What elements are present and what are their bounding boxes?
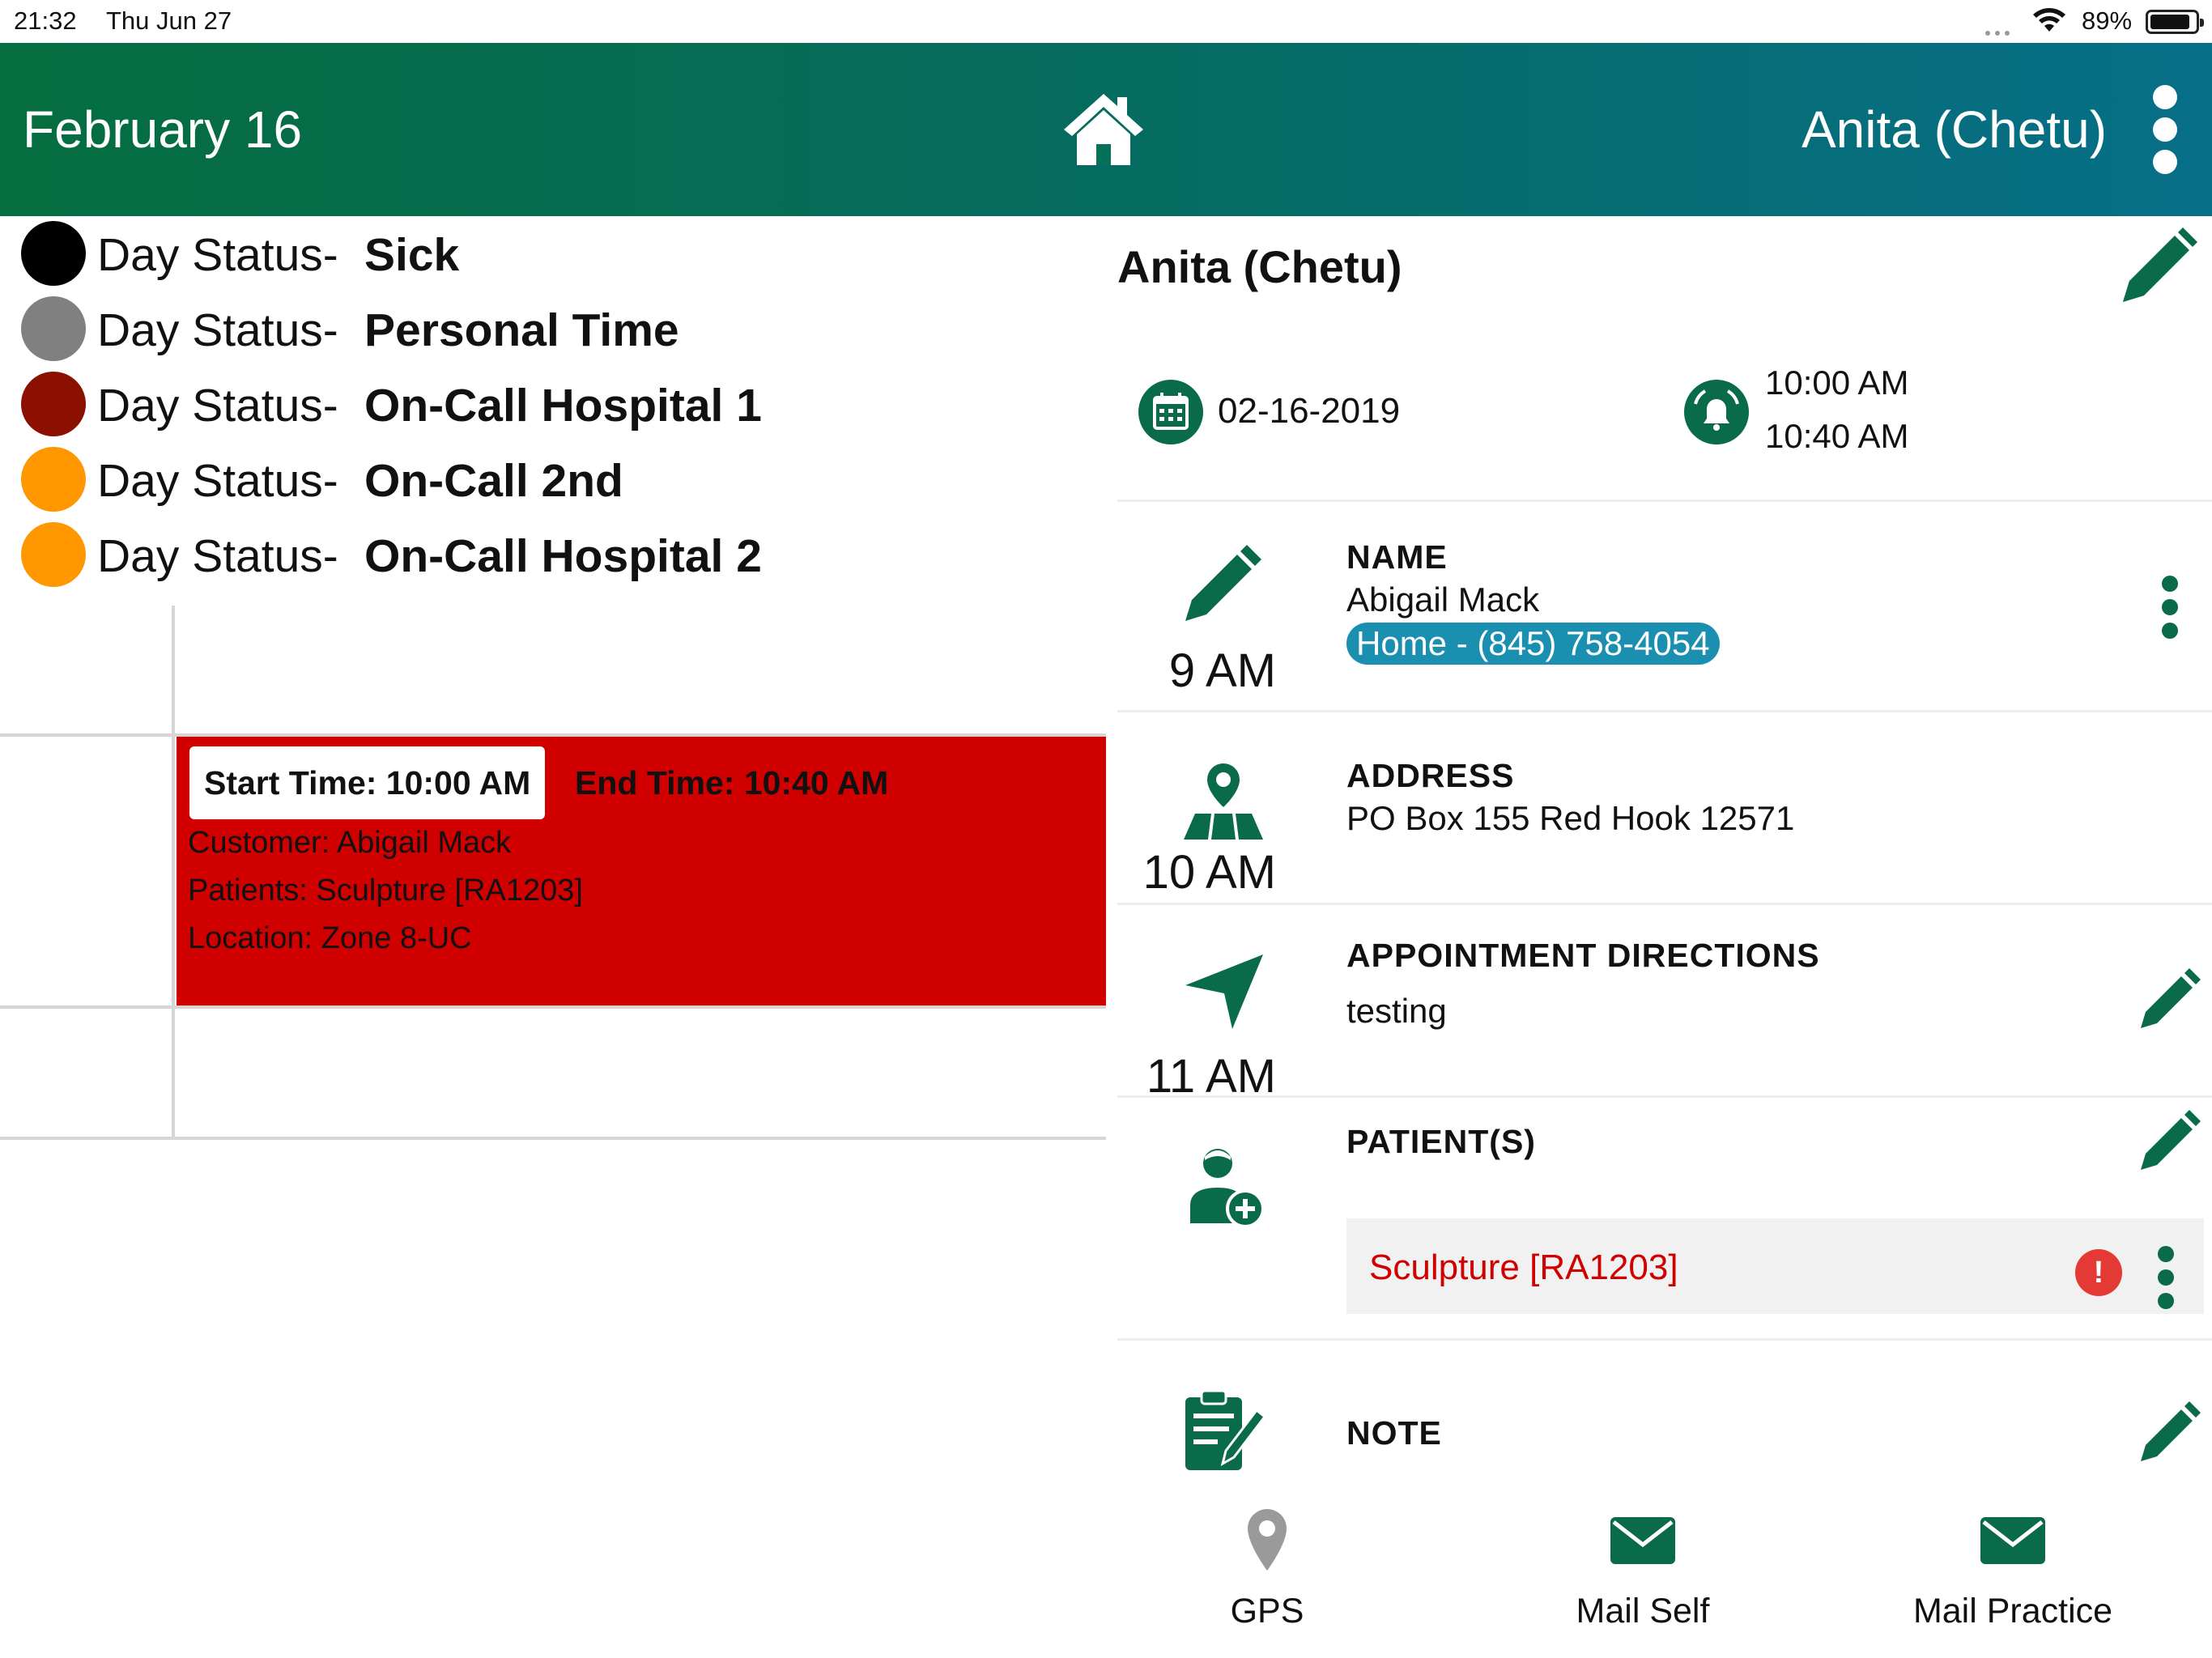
patient-name: Sculpture [RA1203] bbox=[1369, 1248, 1678, 1287]
status-time: 21:32 bbox=[14, 6, 77, 35]
hour-divider bbox=[0, 1005, 1106, 1009]
day-status-on-call-hospital-1: Day Status- On-Call Hospital 1 bbox=[21, 368, 1074, 436]
pencil-icon bbox=[1185, 545, 1261, 621]
alert-icon[interactable]: ! bbox=[2075, 1249, 2122, 1296]
status-color-dot bbox=[21, 221, 86, 286]
alarm-icon bbox=[1684, 380, 1749, 444]
status-value: On-Call Hospital 2 bbox=[364, 530, 762, 582]
name-label: NAME bbox=[1346, 538, 1448, 576]
edit-directions-icon[interactable] bbox=[2136, 965, 2204, 1033]
appointment-event[interactable]: Start Time: 10:00 AM End Time: 10:40 AM … bbox=[177, 737, 1106, 1005]
header-user[interactable]: Anita (Chetu) bbox=[1802, 100, 2107, 159]
signal-icon bbox=[1985, 25, 2023, 50]
patient-add-icon bbox=[1190, 1149, 1265, 1228]
status-prefix: Day Status- bbox=[97, 304, 338, 356]
mail-icon bbox=[1610, 1517, 1675, 1564]
status-color-dot bbox=[21, 372, 86, 436]
pencil-icon[interactable] bbox=[2112, 224, 2201, 313]
directions-label: APPOINTMENT DIRECTIONS bbox=[1346, 937, 1820, 974]
bottom-action-bar: GPS Mail Self Mail Practice bbox=[1117, 1490, 2212, 1658]
gps-label: GPS bbox=[1230, 1592, 1304, 1630]
status-color-dot bbox=[21, 522, 86, 587]
edit-note-icon[interactable] bbox=[2136, 1398, 2204, 1466]
edit-patients-icon[interactable] bbox=[2136, 1107, 2204, 1175]
status-prefix: Day Status- bbox=[97, 380, 338, 432]
navigation-arrow-icon bbox=[1185, 954, 1263, 1029]
appointment-detail: Anita (Chetu) 02-16-2019 10:00 AM 10:40 … bbox=[1117, 216, 2212, 1658]
status-value: Sick bbox=[364, 229, 460, 281]
section-divider bbox=[1117, 1338, 2212, 1341]
status-date: Thu Jun 27 bbox=[106, 6, 232, 35]
battery-percent: 89% bbox=[2082, 6, 2133, 35]
event-end-time: End Time: 10:40 AM bbox=[575, 764, 889, 801]
customer-name: Abigail Mack bbox=[1346, 580, 1540, 619]
phone-link[interactable]: Home - (845) 758-4054 bbox=[1346, 623, 1720, 665]
status-value: On-Call 2nd bbox=[364, 455, 623, 507]
directions-value: testing bbox=[1346, 992, 1447, 1030]
appointment-end-time: 10:40 AM bbox=[1765, 417, 1909, 455]
day-status-on-call-hospital-2: Day Status- On-Call Hospital 2 bbox=[21, 519, 1074, 587]
calendar-icon bbox=[1138, 380, 1203, 444]
event-patients: Patients: Sculpture [RA1203] bbox=[188, 874, 583, 908]
note-label: NOTE bbox=[1346, 1414, 1442, 1452]
gps-button[interactable]: GPS bbox=[1146, 1490, 1389, 1658]
patient-list-item[interactable]: Sculpture [RA1203] ! bbox=[1346, 1218, 2204, 1314]
clipboard-note-icon bbox=[1185, 1389, 1267, 1470]
status-color-dot bbox=[21, 447, 86, 512]
appointment-start-time: 10:00 AM bbox=[1765, 363, 1909, 402]
section-divider bbox=[1117, 1095, 2212, 1098]
location-pin-icon bbox=[1248, 1509, 1287, 1571]
battery-icon bbox=[2146, 10, 2204, 34]
mail-practice-button[interactable]: Mail Practice bbox=[1891, 1490, 2134, 1658]
hour-divider bbox=[0, 1137, 1106, 1140]
status-value: On-Call Hospital 1 bbox=[364, 380, 762, 432]
day-status-on-call-2nd: Day Status- On-Call 2nd bbox=[21, 444, 1074, 512]
status-bar: 21:32 Thu Jun 27 89% bbox=[0, 0, 2212, 50]
section-divider bbox=[1117, 903, 2212, 905]
address-value: PO Box 155 Red Hook 12571 bbox=[1346, 799, 1795, 837]
address-label: ADDRESS bbox=[1346, 757, 1515, 794]
wifi-icon bbox=[2033, 8, 2065, 32]
header-date: February 16 bbox=[23, 100, 303, 159]
mail-self-button[interactable]: Mail Self bbox=[1521, 1490, 1764, 1658]
mail-self-label: Mail Self bbox=[1576, 1592, 1710, 1630]
section-divider bbox=[1117, 500, 2212, 502]
mail-practice-label: Mail Practice bbox=[1912, 1592, 2113, 1630]
patient-more-icon[interactable] bbox=[2156, 1246, 2176, 1316]
schedule-time-divider bbox=[172, 606, 175, 1140]
status-value: Personal Time bbox=[364, 304, 679, 356]
detail-title: Anita (Chetu) bbox=[1117, 241, 1402, 292]
day-status-personal-time: Day Status- Personal Time bbox=[21, 293, 1074, 361]
more-menu-icon[interactable] bbox=[2150, 85, 2180, 174]
status-color-dot bbox=[21, 296, 86, 361]
name-more-icon[interactable] bbox=[2160, 576, 2180, 646]
section-divider bbox=[1117, 710, 2212, 712]
event-start-time: Start Time: 10:00 AM bbox=[189, 746, 546, 819]
app-header: February 16 Anita (Chetu) bbox=[0, 43, 2212, 216]
home-icon[interactable] bbox=[1059, 87, 1148, 168]
status-prefix: Day Status- bbox=[97, 455, 338, 507]
appointment-date: 02-16-2019 bbox=[1218, 391, 1401, 431]
event-customer: Customer: Abigail Mack bbox=[188, 826, 512, 860]
mail-icon bbox=[1980, 1517, 2045, 1564]
map-location-icon bbox=[1184, 763, 1263, 840]
patients-label: PATIENT(S) bbox=[1346, 1123, 1536, 1160]
status-prefix: Day Status- bbox=[97, 530, 338, 582]
status-prefix: Day Status- bbox=[97, 229, 338, 281]
day-status-sick: Day Status- Sick bbox=[21, 218, 1074, 286]
event-location: Location: Zone 8-UC bbox=[188, 921, 472, 955]
